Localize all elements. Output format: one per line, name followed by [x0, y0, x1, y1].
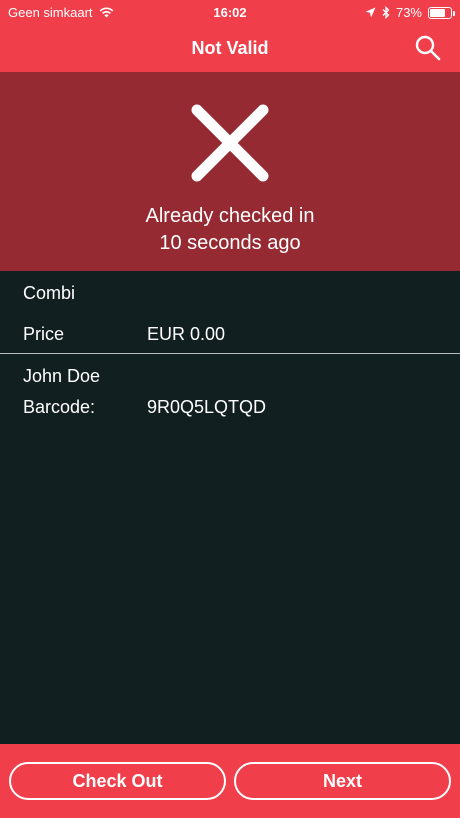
result-banner: Already checked in 10 seconds ago [0, 72, 460, 271]
divider [0, 353, 460, 354]
check-out-button[interactable]: Check Out [9, 762, 226, 800]
result-message-line1: Already checked in [145, 205, 315, 227]
ticket-name: Combi [23, 283, 76, 303]
price-label: Price [23, 324, 65, 344]
battery-icon [428, 6, 455, 19]
search-icon [415, 35, 441, 61]
barcode-value: 9R0Q5LQTQD [147, 397, 267, 417]
next-button[interactable]: Next [234, 762, 451, 800]
status-right: 73% [365, 5, 455, 20]
price-value: EUR 0.00 [147, 324, 226, 344]
search-button[interactable] [414, 34, 442, 62]
bluetooth-icon [382, 6, 390, 19]
battery-level [430, 8, 445, 17]
bottom-action-bar: Check Out Next [0, 744, 460, 818]
status-bar: Geen simkaart 16:02 73% [0, 0, 460, 24]
attendee-name: John Doe [23, 366, 101, 386]
result-message-line2: 10 seconds ago [159, 232, 301, 254]
barcode-label: Barcode: [23, 397, 96, 417]
battery-percent: 73% [395, 5, 422, 20]
location-arrow-icon [365, 7, 376, 18]
result-message: Already checked in 10 seconds ago [0, 203, 460, 257]
nav-bar: Not Valid [0, 24, 460, 72]
page-title: Not Valid [191, 38, 269, 58]
invalid-x-icon [191, 104, 269, 182]
